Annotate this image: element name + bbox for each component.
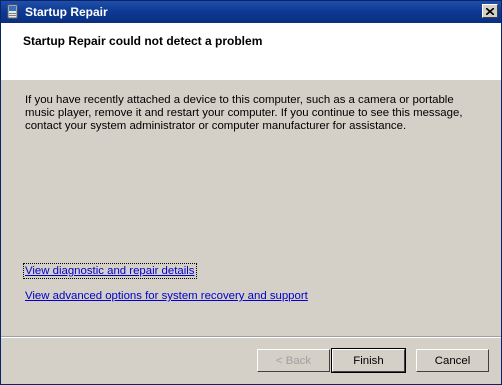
back-button[interactable]: < Back [257, 349, 330, 372]
message-text: If you have recently attached a device t… [25, 94, 463, 132]
cancel-button[interactable]: Cancel [416, 349, 489, 372]
title-bar: Startup Repair [1, 1, 501, 23]
window-title: Startup Repair [25, 5, 108, 19]
close-button[interactable] [482, 4, 498, 18]
header-panel: Startup Repair could not detect a proble… [1, 23, 501, 80]
header-divider [1, 79, 501, 80]
startup-repair-icon [5, 4, 20, 19]
advanced-options-link[interactable]: View advanced options for system recover… [25, 290, 308, 302]
diagnostic-details-link[interactable]: View diagnostic and repair details [23, 263, 197, 279]
close-icon [486, 7, 494, 15]
footer-divider-highlight [1, 337, 501, 338]
finish-button[interactable]: Finish [331, 348, 406, 373]
page-title: Startup Repair could not detect a proble… [23, 34, 263, 48]
startup-repair-window: Startup Repair Startup Repair could not … [0, 0, 502, 385]
